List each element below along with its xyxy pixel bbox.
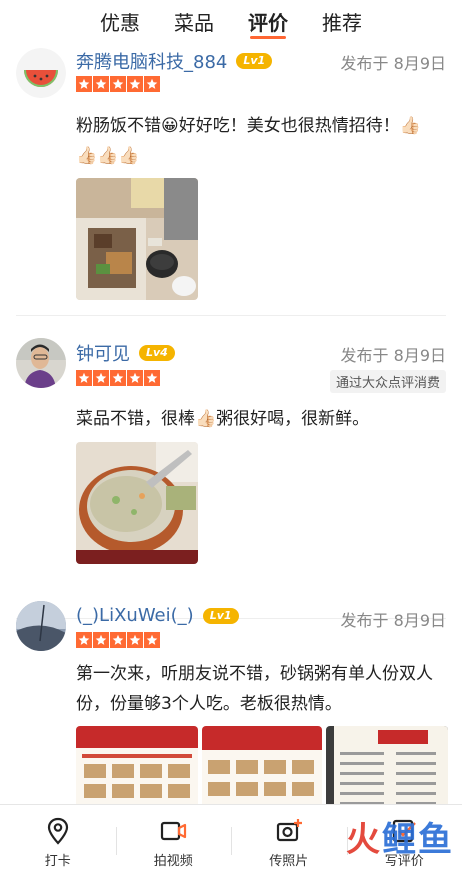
video-camera-icon bbox=[161, 821, 187, 840]
username[interactable]: 钟可见 Lv4 bbox=[76, 340, 175, 366]
username-text[interactable]: 奔腾电脑科技_884 bbox=[76, 48, 227, 74]
consumption-badge: 通过大众点评消费 bbox=[329, 370, 446, 393]
congee-pot-photo bbox=[76, 442, 198, 564]
checkin-button[interactable]: 打卡 bbox=[0, 805, 116, 879]
user-photo-avatar-icon bbox=[16, 338, 66, 388]
level-badge: Lv1 bbox=[236, 53, 273, 69]
watermark-char: 火 bbox=[346, 820, 382, 860]
review-text[interactable]: 菜品不错，很棒👍🏻粥很好喝，很新鲜。 bbox=[76, 404, 438, 434]
star-icon bbox=[144, 76, 160, 92]
star-rating bbox=[76, 632, 161, 648]
sky-photo-avatar-icon bbox=[16, 601, 66, 651]
star-icon bbox=[144, 370, 160, 386]
shoot-video-label: 拍视频 bbox=[153, 853, 193, 869]
tab-dishes[interactable]: 菜品 bbox=[174, 0, 214, 46]
tab-discounts[interactable]: 优惠 bbox=[100, 0, 140, 46]
post-date: 发布于 8月9日 bbox=[340, 54, 446, 73]
star-icon bbox=[127, 76, 143, 92]
star-icon bbox=[144, 632, 160, 648]
post-date: 发布于 8月9日 bbox=[340, 346, 446, 365]
star-icon bbox=[76, 632, 92, 648]
avatar[interactable] bbox=[16, 48, 66, 98]
star-icon bbox=[93, 76, 109, 92]
star-icon bbox=[110, 370, 126, 386]
star-icon bbox=[76, 76, 92, 92]
divider bbox=[16, 315, 446, 316]
star-icon bbox=[127, 370, 143, 386]
upload-photo-button[interactable]: 传照片 bbox=[231, 805, 347, 879]
level-badge: Lv4 bbox=[139, 345, 175, 361]
upload-photo-label: 传照片 bbox=[269, 853, 309, 869]
star-icon bbox=[127, 632, 143, 648]
review-text[interactable]: 粉肠饭不错😀好好吃！美女也很热情招待！👍🏻👍🏻👍🏻👍🏻 bbox=[76, 111, 438, 173]
star-icon bbox=[93, 632, 109, 648]
star-icon bbox=[110, 76, 126, 92]
top-tab-bar: 优惠 菜品 评价 推荐 bbox=[0, 0, 462, 46]
location-pin-icon bbox=[47, 817, 68, 845]
level-badge: Lv1 bbox=[202, 607, 239, 624]
watermark-char: 鲤 bbox=[382, 820, 418, 860]
watermark-char: 鱼 bbox=[418, 820, 454, 860]
brand-watermark: 火鲤鱼 bbox=[346, 812, 454, 861]
photo-upload-icon bbox=[276, 818, 302, 841]
shoot-video-button[interactable]: 拍视频 bbox=[115, 805, 232, 879]
star-rating bbox=[76, 370, 161, 386]
review-photo[interactable] bbox=[76, 178, 198, 300]
review-text[interactable]: 第一次来，听朋友说不错，砂锅粥有单人份双人份，份量够3个人吃。老板很热情。 bbox=[76, 659, 438, 719]
avatar[interactable] bbox=[16, 601, 66, 651]
post-date: 发布于 8月9日 bbox=[340, 611, 446, 630]
checkin-label: 打卡 bbox=[44, 853, 71, 869]
watermelon-avatar-icon bbox=[16, 48, 66, 98]
username[interactable]: 奔腾电脑科技_884 Lv1 bbox=[76, 48, 273, 74]
tab-reviews[interactable]: 评价 bbox=[248, 0, 288, 46]
username-text[interactable]: 钟可见 bbox=[76, 340, 130, 366]
star-rating bbox=[76, 76, 161, 92]
review-photo[interactable] bbox=[76, 442, 198, 564]
username[interactable]: (_)LiXuWei(_) Lv1 bbox=[76, 605, 239, 626]
tab-recommend[interactable]: 推荐 bbox=[322, 0, 362, 46]
star-icon bbox=[110, 632, 126, 648]
avatar[interactable] bbox=[16, 338, 66, 388]
star-icon bbox=[76, 370, 92, 386]
food-tray-photo bbox=[76, 178, 198, 300]
star-icon bbox=[93, 370, 109, 386]
username-text[interactable]: (_)LiXuWei(_) bbox=[76, 605, 194, 626]
